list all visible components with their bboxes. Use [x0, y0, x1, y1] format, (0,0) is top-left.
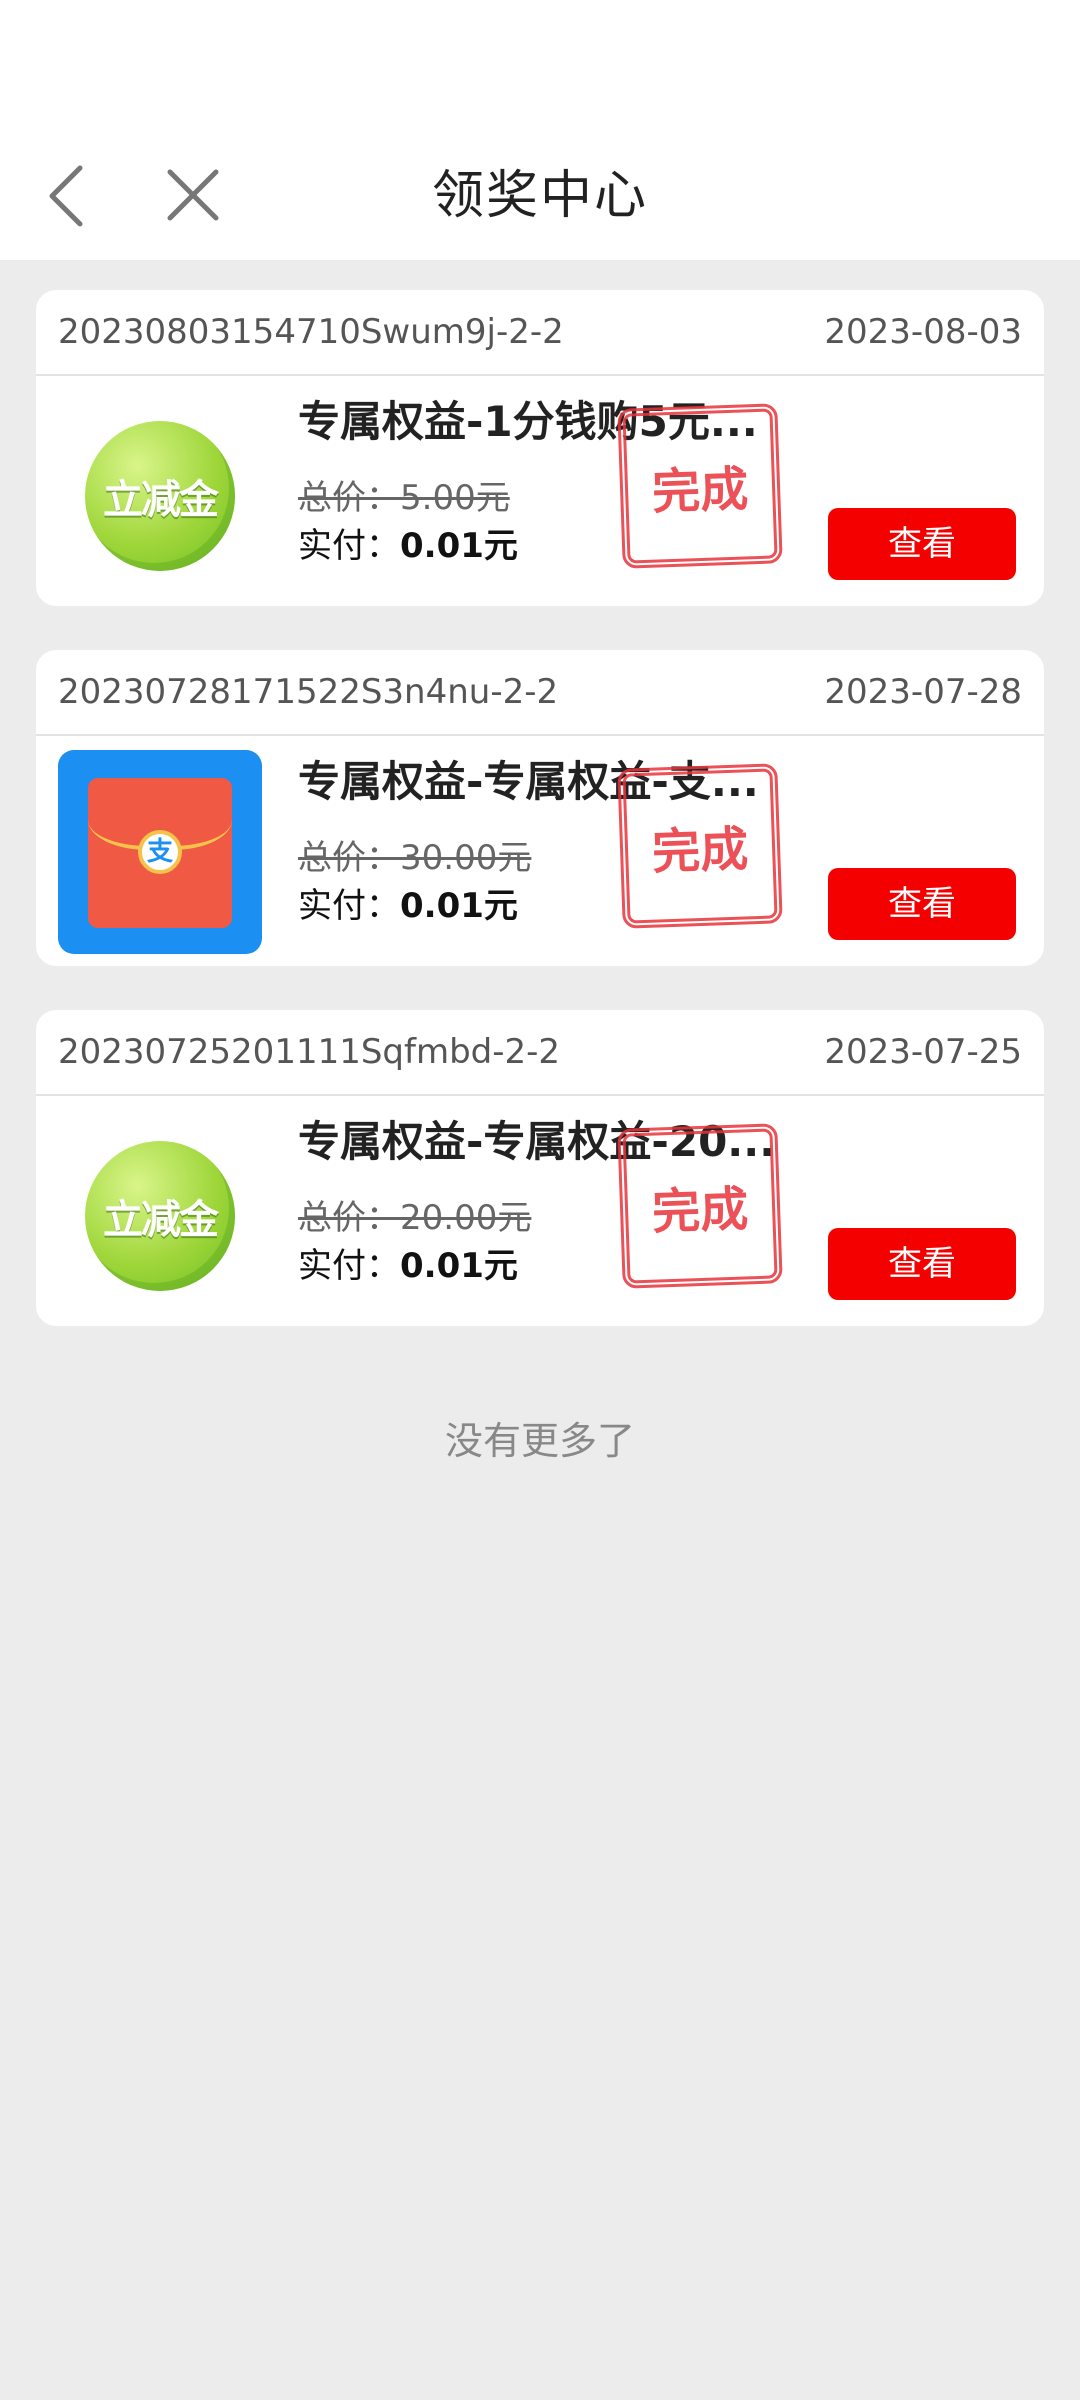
order-number: 20230728171522S3n4nu-2-2	[58, 672, 559, 712]
completed-stamp: 完成	[617, 1123, 783, 1289]
completed-stamp: 完成	[617, 403, 783, 569]
order-card[interactable]: 20230725201111Sqfmbd-2-2 2023-07-25 立减金 …	[36, 1010, 1044, 1326]
order-number: 20230803154710Swum9j-2-2	[58, 312, 564, 352]
product-thumbnail: 立减金	[58, 394, 262, 598]
completed-stamp: 完成	[617, 763, 783, 929]
nav-bar: 领奖中心	[0, 120, 1080, 260]
order-card-header: 20230803154710Swum9j-2-2 2023-08-03	[36, 290, 1044, 376]
order-date: 2023-07-25	[824, 1032, 1022, 1072]
order-card-header: 20230728171522S3n4nu-2-2 2023-07-28	[36, 650, 1044, 736]
order-card[interactable]: 20230728171522S3n4nu-2-2 2023-07-28 支 专属…	[36, 650, 1044, 966]
order-card-header: 20230725201111Sqfmbd-2-2 2023-07-25	[36, 1010, 1044, 1096]
view-button[interactable]: 查看	[828, 508, 1016, 580]
total-price: 总价：5.00元	[298, 478, 510, 518]
paid-price: 实付：0.01元	[298, 526, 518, 566]
alipay-red-envelope-icon: 支	[58, 750, 262, 954]
order-number: 20230725201111Sqfmbd-2-2	[58, 1032, 561, 1072]
order-card[interactable]: 20230803154710Swum9j-2-2 2023-08-03 立减金 …	[36, 290, 1044, 606]
product-thumbnail: 立减金	[58, 1114, 262, 1318]
paid-price: 实付：0.01元	[298, 886, 518, 926]
status-bar	[0, 0, 1080, 120]
page-title: 领奖中心	[431, 166, 648, 226]
paid-price: 实付：0.01元	[298, 1246, 518, 1286]
total-price: 总价：30.00元	[298, 838, 532, 878]
order-date: 2023-07-28	[824, 672, 1022, 712]
view-button[interactable]: 查看	[828, 1228, 1016, 1300]
view-button[interactable]: 查看	[828, 868, 1016, 940]
coin-icon: 立减金	[85, 421, 235, 571]
no-more-text: 没有更多了	[444, 1419, 635, 1463]
product-thumbnail: 支	[58, 750, 262, 954]
order-date: 2023-08-03	[824, 312, 1022, 352]
coin-icon: 立减金	[85, 1141, 235, 1291]
total-price: 总价：20.00元	[298, 1198, 532, 1238]
